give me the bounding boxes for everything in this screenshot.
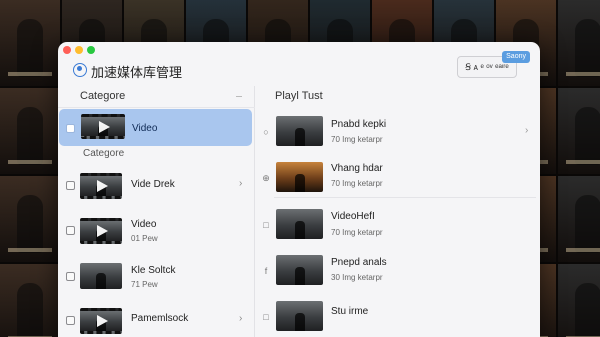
app-window: 加速媒体库管理 Ꞩ ᴀ ᵉ ᵒᵛ ᵉᵃᶦʳᵉ Saony Categore Vi… [58,42,540,337]
playlist-item-name: Stu irme [331,306,369,317]
category-item[interactable]: Video 01 Pew [58,208,255,252]
category-item[interactable]: Kle Soltck 71 Pew [58,254,255,298]
poster-tile [558,264,600,337]
playlist-header: Playl Tust [275,90,323,102]
category-item-name: Kle Soltck [131,265,176,276]
playlist-item-meta: 70 Img ketarpr [331,228,383,237]
square-icon[interactable]: □ [261,312,271,322]
video-thumbnail [81,114,125,139]
divider [58,107,255,108]
play-icon [97,180,108,192]
poster-tile [0,176,62,264]
video-thumbnail [276,255,323,285]
video-thumbnail [276,116,323,146]
folder-icon [66,226,75,235]
video-thumbnail [80,173,122,199]
poster-tile [558,0,600,88]
playlist-panel: Playl Tust ○ Pnabd kepki 70 Img ketarpr … [256,86,540,337]
playlist-item-name: Pnabd kepki [331,119,387,130]
playlist-item-name: Pnepd anals [331,257,387,268]
category-item-name: Pamemlsock [131,313,189,324]
video-thumbnail [276,209,323,239]
video-thumbnail [80,218,122,244]
playlist-item-name: Vhang hdar [331,163,383,174]
playlist-item[interactable]: ⊕ Vhang hdar 70 Img ketarpr [256,155,540,199]
title-bar: 加速媒体库管理 Ꞩ ᴀ ᵉ ᵒᵛ ᵉᵃᶦʳᵉ Saony [58,42,540,86]
category-item[interactable]: Vide Drek › [58,163,255,207]
chevron-right-icon[interactable]: › [239,178,242,189]
app-logo-icon [73,63,87,77]
category-panel: Categore Video Categore Vide Drek › Vide… [58,86,255,337]
category-subheading: Categore [83,148,125,159]
playlist-item-meta: 70 Img ketarpr [331,179,383,188]
search-icon[interactable]: ○ [261,127,271,137]
video-thumbnail [80,263,122,289]
category-item-name: Vide Drek [131,179,175,190]
playlist-item[interactable]: ○ Pnabd kepki 70 Img ketarpr › [256,109,540,153]
facebook-icon[interactable]: f [261,266,271,276]
collapse-dash-icon[interactable] [236,96,242,97]
playlist-item-meta: 70 Img ketarpr [331,135,383,144]
playlist-item[interactable]: □ VideoHefI 70 Img ketarpr [256,202,540,246]
poster-tile [0,88,62,176]
category-item-selected[interactable]: Video [59,109,252,146]
sync-badge: Saony [502,51,530,63]
plus-circle-icon[interactable]: ⊕ [261,173,271,183]
category-item-count: 71 Pew [131,280,158,289]
square-icon[interactable]: □ [261,220,271,230]
category-item[interactable]: Pamemlsock › [58,298,255,337]
poster-tile [558,176,600,264]
playlist-item[interactable]: f Pnepd anals 30 Img ketarpr [256,248,540,292]
category-item-label: Video [132,123,158,134]
play-icon [97,225,108,237]
video-thumbnail [276,301,323,331]
chevron-right-icon[interactable]: › [525,125,528,136]
checkbox[interactable] [66,124,75,133]
playlist-item-meta: 30 Img ketarpr [331,273,383,282]
poster-tile [0,264,62,337]
video-thumbnail [80,308,122,334]
video-thumbnail [276,162,323,192]
play-icon [97,315,108,327]
category-header: Categore [80,90,126,102]
checkbox[interactable] [66,181,75,190]
playlist-item[interactable]: □ Stu irme [256,294,540,337]
chevron-right-icon[interactable]: › [239,313,242,324]
book-icon [66,272,75,281]
playlist-item-name: VideoHefI [331,211,375,222]
app-title: 加速媒体库管理 [91,65,183,80]
checkbox[interactable] [66,316,75,325]
play-icon [99,120,110,133]
poster-tile [558,88,600,176]
category-item-name: Video [131,219,157,230]
category-item-count: 01 Pew [131,234,158,243]
poster-tile [0,0,62,88]
